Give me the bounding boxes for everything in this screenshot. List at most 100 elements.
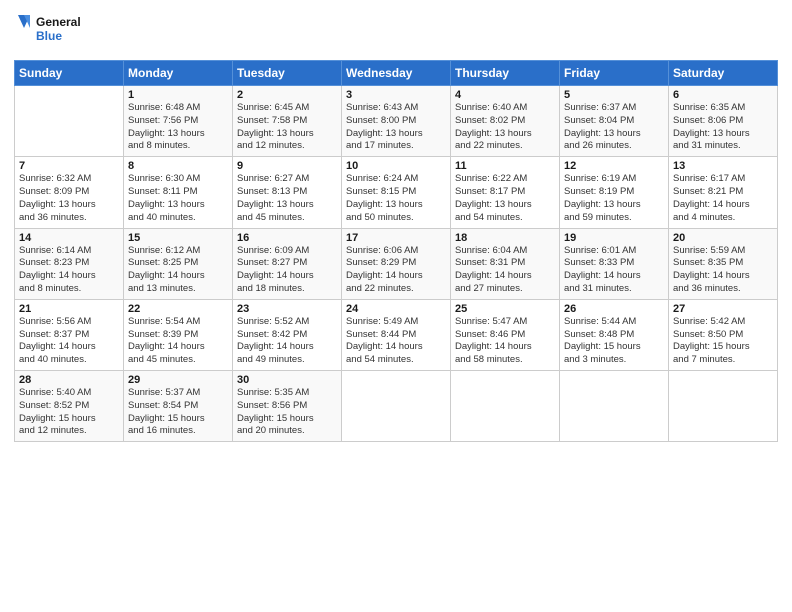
day-number: 18	[455, 232, 555, 244]
calendar-cell: 3Sunrise: 6:43 AMSunset: 8:00 PMDaylight…	[342, 86, 451, 157]
calendar-cell	[560, 371, 669, 442]
calendar-cell: 24Sunrise: 5:49 AMSunset: 8:44 PMDayligh…	[342, 299, 451, 370]
svg-text:General: General	[36, 15, 81, 29]
calendar-week-3: 14Sunrise: 6:14 AMSunset: 8:23 PMDayligh…	[15, 228, 778, 299]
day-info: Sunrise: 5:44 AMSunset: 8:48 PMDaylight:…	[564, 316, 664, 367]
calendar-cell: 20Sunrise: 5:59 AMSunset: 8:35 PMDayligh…	[669, 228, 778, 299]
day-header-tuesday: Tuesday	[233, 61, 342, 86]
day-number: 2	[237, 89, 337, 101]
calendar-cell	[342, 371, 451, 442]
calendar-cell: 1Sunrise: 6:48 AMSunset: 7:56 PMDaylight…	[124, 86, 233, 157]
calendar-cell: 12Sunrise: 6:19 AMSunset: 8:19 PMDayligh…	[560, 157, 669, 228]
day-number: 29	[128, 374, 228, 386]
calendar-week-2: 7Sunrise: 6:32 AMSunset: 8:09 PMDaylight…	[15, 157, 778, 228]
calendar-cell	[669, 371, 778, 442]
calendar-cell: 30Sunrise: 5:35 AMSunset: 8:56 PMDayligh…	[233, 371, 342, 442]
day-number: 7	[19, 160, 119, 172]
day-number: 27	[673, 303, 773, 315]
day-info: Sunrise: 6:06 AMSunset: 8:29 PMDaylight:…	[346, 245, 446, 296]
day-info: Sunrise: 6:12 AMSunset: 8:25 PMDaylight:…	[128, 245, 228, 296]
day-number: 23	[237, 303, 337, 315]
day-info: Sunrise: 5:49 AMSunset: 8:44 PMDaylight:…	[346, 316, 446, 367]
day-info: Sunrise: 5:56 AMSunset: 8:37 PMDaylight:…	[19, 316, 119, 367]
calendar-cell: 6Sunrise: 6:35 AMSunset: 8:06 PMDaylight…	[669, 86, 778, 157]
day-number: 28	[19, 374, 119, 386]
calendar-cell: 14Sunrise: 6:14 AMSunset: 8:23 PMDayligh…	[15, 228, 124, 299]
day-number: 11	[455, 160, 555, 172]
day-number: 9	[237, 160, 337, 172]
calendar-cell: 4Sunrise: 6:40 AMSunset: 8:02 PMDaylight…	[451, 86, 560, 157]
svg-text:Blue: Blue	[36, 29, 62, 43]
day-number: 22	[128, 303, 228, 315]
logo-svg: General Blue	[14, 10, 84, 52]
calendar-cell: 22Sunrise: 5:54 AMSunset: 8:39 PMDayligh…	[124, 299, 233, 370]
day-number: 8	[128, 160, 228, 172]
day-number: 25	[455, 303, 555, 315]
day-info: Sunrise: 5:59 AMSunset: 8:35 PMDaylight:…	[673, 245, 773, 296]
calendar-cell: 10Sunrise: 6:24 AMSunset: 8:15 PMDayligh…	[342, 157, 451, 228]
day-number: 3	[346, 89, 446, 101]
day-number: 26	[564, 303, 664, 315]
day-info: Sunrise: 6:22 AMSunset: 8:17 PMDaylight:…	[455, 173, 555, 224]
day-number: 16	[237, 232, 337, 244]
day-info: Sunrise: 6:01 AMSunset: 8:33 PMDaylight:…	[564, 245, 664, 296]
calendar-cell: 27Sunrise: 5:42 AMSunset: 8:50 PMDayligh…	[669, 299, 778, 370]
day-info: Sunrise: 5:54 AMSunset: 8:39 PMDaylight:…	[128, 316, 228, 367]
day-info: Sunrise: 6:48 AMSunset: 7:56 PMDaylight:…	[128, 102, 228, 153]
day-number: 30	[237, 374, 337, 386]
day-info: Sunrise: 6:45 AMSunset: 7:58 PMDaylight:…	[237, 102, 337, 153]
calendar-cell: 25Sunrise: 5:47 AMSunset: 8:46 PMDayligh…	[451, 299, 560, 370]
calendar-cell: 9Sunrise: 6:27 AMSunset: 8:13 PMDaylight…	[233, 157, 342, 228]
day-info: Sunrise: 5:37 AMSunset: 8:54 PMDaylight:…	[128, 387, 228, 438]
day-info: Sunrise: 6:14 AMSunset: 8:23 PMDaylight:…	[19, 245, 119, 296]
day-header-friday: Friday	[560, 61, 669, 86]
day-info: Sunrise: 5:40 AMSunset: 8:52 PMDaylight:…	[19, 387, 119, 438]
day-header-thursday: Thursday	[451, 61, 560, 86]
calendar-cell: 17Sunrise: 6:06 AMSunset: 8:29 PMDayligh…	[342, 228, 451, 299]
calendar-cell	[15, 86, 124, 157]
day-number: 21	[19, 303, 119, 315]
calendar-cell: 28Sunrise: 5:40 AMSunset: 8:52 PMDayligh…	[15, 371, 124, 442]
day-number: 10	[346, 160, 446, 172]
header: General Blue	[14, 10, 778, 52]
calendar-table: SundayMondayTuesdayWednesdayThursdayFrid…	[14, 60, 778, 442]
day-info: Sunrise: 6:17 AMSunset: 8:21 PMDaylight:…	[673, 173, 773, 224]
day-header-monday: Monday	[124, 61, 233, 86]
day-number: 4	[455, 89, 555, 101]
day-headers-row: SundayMondayTuesdayWednesdayThursdayFrid…	[15, 61, 778, 86]
calendar-cell: 18Sunrise: 6:04 AMSunset: 8:31 PMDayligh…	[451, 228, 560, 299]
calendar-week-5: 28Sunrise: 5:40 AMSunset: 8:52 PMDayligh…	[15, 371, 778, 442]
day-info: Sunrise: 6:40 AMSunset: 8:02 PMDaylight:…	[455, 102, 555, 153]
day-info: Sunrise: 5:35 AMSunset: 8:56 PMDaylight:…	[237, 387, 337, 438]
day-info: Sunrise: 5:42 AMSunset: 8:50 PMDaylight:…	[673, 316, 773, 367]
day-info: Sunrise: 6:09 AMSunset: 8:27 PMDaylight:…	[237, 245, 337, 296]
calendar-cell	[451, 371, 560, 442]
logo: General Blue	[14, 10, 84, 52]
day-header-sunday: Sunday	[15, 61, 124, 86]
day-info: Sunrise: 6:30 AMSunset: 8:11 PMDaylight:…	[128, 173, 228, 224]
day-number: 19	[564, 232, 664, 244]
day-number: 5	[564, 89, 664, 101]
calendar-cell: 2Sunrise: 6:45 AMSunset: 7:58 PMDaylight…	[233, 86, 342, 157]
calendar-cell: 13Sunrise: 6:17 AMSunset: 8:21 PMDayligh…	[669, 157, 778, 228]
day-info: Sunrise: 6:35 AMSunset: 8:06 PMDaylight:…	[673, 102, 773, 153]
calendar-cell: 26Sunrise: 5:44 AMSunset: 8:48 PMDayligh…	[560, 299, 669, 370]
day-header-saturday: Saturday	[669, 61, 778, 86]
day-number: 12	[564, 160, 664, 172]
day-number: 1	[128, 89, 228, 101]
day-number: 24	[346, 303, 446, 315]
day-info: Sunrise: 6:24 AMSunset: 8:15 PMDaylight:…	[346, 173, 446, 224]
day-number: 6	[673, 89, 773, 101]
calendar-week-4: 21Sunrise: 5:56 AMSunset: 8:37 PMDayligh…	[15, 299, 778, 370]
day-number: 17	[346, 232, 446, 244]
calendar-cell: 7Sunrise: 6:32 AMSunset: 8:09 PMDaylight…	[15, 157, 124, 228]
calendar-cell: 19Sunrise: 6:01 AMSunset: 8:33 PMDayligh…	[560, 228, 669, 299]
day-number: 13	[673, 160, 773, 172]
calendar-cell: 15Sunrise: 6:12 AMSunset: 8:25 PMDayligh…	[124, 228, 233, 299]
day-number: 15	[128, 232, 228, 244]
calendar-cell: 11Sunrise: 6:22 AMSunset: 8:17 PMDayligh…	[451, 157, 560, 228]
day-info: Sunrise: 6:27 AMSunset: 8:13 PMDaylight:…	[237, 173, 337, 224]
calendar-cell: 5Sunrise: 6:37 AMSunset: 8:04 PMDaylight…	[560, 86, 669, 157]
calendar-cell: 21Sunrise: 5:56 AMSunset: 8:37 PMDayligh…	[15, 299, 124, 370]
calendar-week-1: 1Sunrise: 6:48 AMSunset: 7:56 PMDaylight…	[15, 86, 778, 157]
